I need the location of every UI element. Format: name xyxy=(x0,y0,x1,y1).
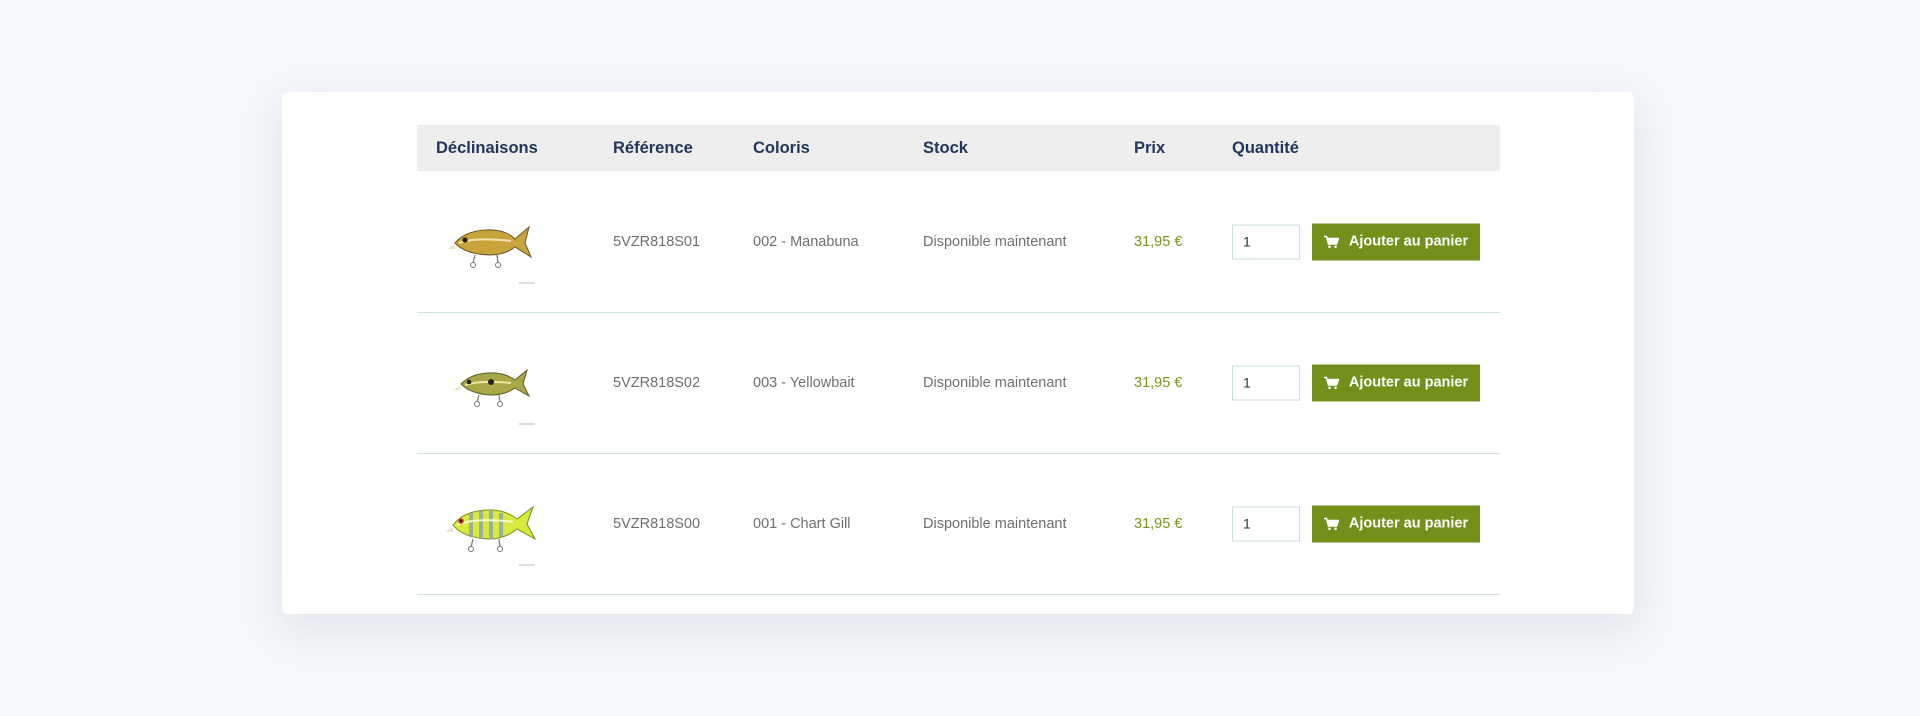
header-stock: Stock xyxy=(923,139,968,157)
price-cell: 31,95 € xyxy=(1134,515,1183,532)
add-to-cart-label: Ajouter au panier xyxy=(1348,515,1469,532)
color-cell: 001 - Chart Gill xyxy=(753,515,851,532)
add-to-cart-button[interactable]: Ajouter au panier xyxy=(1312,505,1480,542)
header-quantity: Quantité xyxy=(1232,139,1299,157)
header-variants: Déclinaisons xyxy=(436,139,538,157)
reference-cell: 5VZR818S02 xyxy=(613,374,701,391)
variants-card: Déclinaisons Référence Coloris Stock Pri… xyxy=(282,92,1634,614)
variants-table: Déclinaisons Référence Coloris Stock Pri… xyxy=(417,125,1500,595)
reference-cell: 5VZR818S00 xyxy=(613,515,701,532)
add-to-cart-label: Ajouter au panier xyxy=(1348,374,1469,391)
color-cell: 002 - Manabuna xyxy=(753,233,859,250)
cart-icon xyxy=(1323,517,1339,530)
lure-chart-gill-icon xyxy=(445,505,537,566)
lure-yellowbait-icon xyxy=(453,368,535,425)
add-to-cart-button[interactable]: Ajouter au panier xyxy=(1312,364,1480,401)
color-cell: 003 - Yellowbait xyxy=(753,374,855,391)
price-cell: 31,95 € xyxy=(1134,374,1183,391)
stock-cell: Disponible maintenant xyxy=(923,515,1067,532)
table-row: 5VZR818S02 003 - Yellowbait Disponible m… xyxy=(417,312,1500,454)
add-to-cart-label: Ajouter au panier xyxy=(1348,233,1469,250)
quantity-input[interactable] xyxy=(1232,506,1300,541)
header-price: Prix xyxy=(1134,139,1166,157)
stock-cell: Disponible maintenant xyxy=(923,233,1067,250)
cart-icon xyxy=(1323,235,1339,248)
table-row: 5VZR818S01 002 - Manabuna Disponible mai… xyxy=(417,171,1500,313)
quantity-input[interactable] xyxy=(1232,224,1300,259)
reference-cell: 5VZR818S01 xyxy=(613,233,701,250)
header-color: Coloris xyxy=(753,139,810,157)
stock-cell: Disponible maintenant xyxy=(923,374,1067,391)
lure-manabuna-icon xyxy=(447,225,535,284)
cart-icon xyxy=(1323,376,1339,389)
table-row: 5VZR818S00 001 - Chart Gill Disponible m… xyxy=(417,453,1500,595)
table-header: Déclinaisons Référence Coloris Stock Pri… xyxy=(417,125,1500,171)
header-reference: Référence xyxy=(613,139,693,157)
add-to-cart-button[interactable]: Ajouter au panier xyxy=(1312,223,1480,260)
quantity-input[interactable] xyxy=(1232,365,1300,400)
price-cell: 31,95 € xyxy=(1134,233,1183,250)
